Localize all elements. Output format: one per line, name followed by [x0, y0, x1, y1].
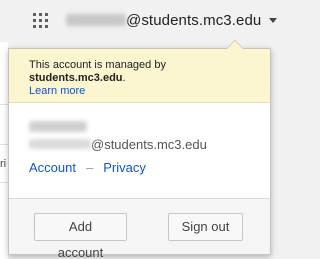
account-domain: @students.mc3.edu — [126, 11, 262, 29]
email-domain: @students.mc3.edu — [91, 136, 207, 152]
privacy-link[interactable]: Privacy — [103, 160, 146, 175]
account-link[interactable]: Account — [29, 160, 76, 175]
background-page: ri — [0, 42, 8, 259]
account-popup: This account is managed by students.mc3.… — [8, 40, 271, 259]
profile-email: @students.mc3.edu — [29, 136, 259, 152]
redacted-email-user — [29, 139, 91, 149]
account-switcher[interactable]: @students.mc3.edu — [66, 9, 278, 31]
managed-notice-text: This account is managed by — [29, 59, 166, 71]
account-links: Account – Privacy — [29, 160, 146, 175]
redacted-username — [66, 14, 126, 26]
managed-domain: students.mc3.edu — [29, 72, 123, 84]
caret-down-icon — [269, 17, 278, 23]
background-text-fragment: ri — [0, 158, 7, 170]
divider — [0, 182, 8, 183]
popup-pointer-fill — [227, 41, 243, 49]
divider — [0, 104, 8, 105]
add-account-button[interactable]: Add account — [34, 213, 127, 259]
top-bar: @students.mc3.edu — [0, 0, 278, 42]
apps-grid-icon[interactable] — [33, 13, 48, 28]
profile-info: @students.mc3.edu — [29, 121, 259, 152]
sign-out-button[interactable]: Sign out — [168, 213, 243, 241]
redacted-name — [29, 121, 87, 132]
managed-domain-suffix: . — [122, 72, 126, 84]
popup-footer: Add account Sign out — [9, 198, 270, 259]
link-separator: – — [85, 160, 94, 175]
managed-account-notice: This account is managed by students.mc3.… — [9, 49, 270, 103]
managed-domain-line: students.mc3.edu. — [29, 72, 270, 85]
divider — [0, 144, 8, 145]
learn-more-link[interactable]: Learn more — [29, 85, 85, 97]
